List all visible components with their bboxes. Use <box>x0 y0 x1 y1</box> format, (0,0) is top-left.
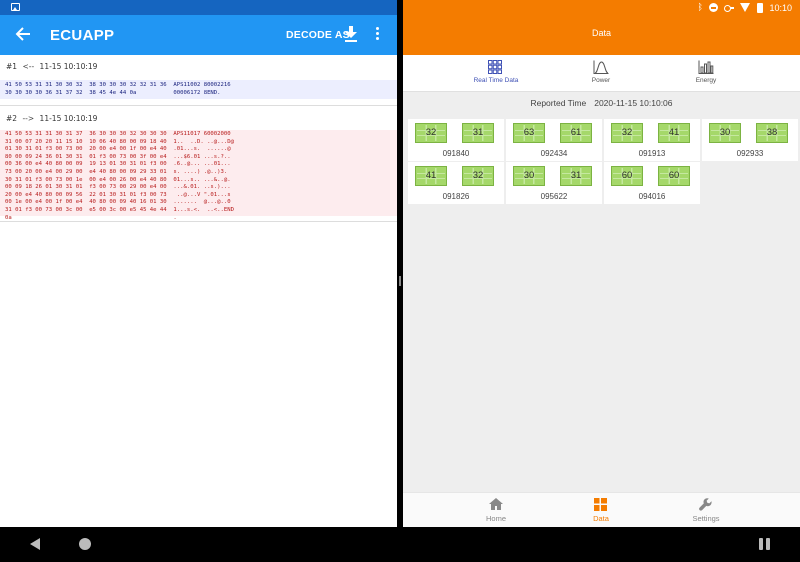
solar-panel: 61 <box>560 123 592 143</box>
solar-panel: 31 <box>462 123 494 143</box>
system-navigation-bar <box>0 527 800 562</box>
message-time: 11-15 10:10:19 <box>39 62 98 71</box>
image-notification-icon <box>11 3 20 11</box>
home-icon <box>489 498 503 510</box>
solar-panel: 41 <box>658 123 690 143</box>
inverter-id: 095622 <box>540 192 568 201</box>
bar-chart-icon <box>698 60 714 74</box>
inverter-card[interactable]: 32 41 091913 <box>604 119 700 161</box>
page-title: Data <box>591 28 611 38</box>
divider <box>0 221 397 222</box>
right-status-bar: ᛒ 10:10 <box>403 0 800 15</box>
data-grid-icon <box>594 498 607 511</box>
data-app-pane: ᛒ 10:10 Data Real Time Data Power Energy… <box>403 0 800 527</box>
inverter-id: 091840 <box>442 149 470 158</box>
message-index: #2 <box>6 114 18 123</box>
tab-label: Energy <box>695 77 717 84</box>
inverter-card[interactable]: 30 38 092933 <box>702 119 798 161</box>
tab-energy[interactable]: Energy <box>640 55 772 91</box>
screen: ECUAPP DECODE AS #1 <-- 11-15 10:10:19 4… <box>0 0 800 562</box>
inverter-card[interactable]: 60 60 094016 <box>604 162 700 204</box>
do-not-disturb-icon <box>709 3 719 12</box>
download-icon[interactable] <box>344 25 360 45</box>
solar-panel: 30 <box>709 123 741 143</box>
inverter-card[interactable]: 30 31 095622 <box>506 162 602 204</box>
ecuapp-toolbar: ECUAPP DECODE AS <box>0 15 397 55</box>
inverter-card[interactable]: 32 31 091840 <box>408 119 504 161</box>
status-time: 10:10 <box>769 2 792 13</box>
inverter-card[interactable]: 63 61 092434 <box>506 119 602 161</box>
solar-panel: 32 <box>611 123 643 143</box>
reported-time-label: Reported Time <box>530 98 587 108</box>
nav-home-icon[interactable] <box>79 538 91 550</box>
message-time: 11-15 10:10:19 <box>39 114 98 123</box>
inverter-id: 091826 <box>442 192 470 201</box>
solar-panel: 30 <box>513 166 545 186</box>
split-screen-icon[interactable] <box>759 538 770 550</box>
bottom-navigation: Home Data Settings <box>403 492 800 527</box>
inverter-id: 092434 <box>540 149 568 158</box>
decode-as-button[interactable]: DECODE AS <box>286 29 350 41</box>
solar-panel: 41 <box>415 166 447 186</box>
wifi-icon <box>740 3 751 12</box>
solar-panel: 63 <box>513 123 545 143</box>
message-index: #1 <box>6 62 18 71</box>
inverter-id: 092933 <box>736 149 764 158</box>
arrow-back-icon[interactable] <box>13 23 33 45</box>
solar-panel: 60 <box>658 166 690 186</box>
solar-panel: 60 <box>611 166 643 186</box>
data-tabs: Real Time Data Power Energy <box>403 55 800 92</box>
left-status-bar <box>0 0 397 15</box>
vpn-key-icon <box>724 4 735 12</box>
ecuapp-pane: ECUAPP DECODE AS #1 <-- 11-15 10:10:19 4… <box>0 0 397 527</box>
solar-panel: 31 <box>560 166 592 186</box>
hex-dump: 41 50 53 31 31 30 31 37 36 30 30 30 32 3… <box>0 130 397 221</box>
more-vert-icon[interactable] <box>372 25 382 45</box>
nav-settings[interactable]: Settings <box>640 493 772 528</box>
solar-panel: 32 <box>462 166 494 186</box>
divider <box>0 105 397 106</box>
battery-icon <box>757 2 764 13</box>
reported-time-value: 2020-11-15 10:10:06 <box>594 98 673 108</box>
bluetooth-icon: ᛒ <box>697 2 703 13</box>
power-curve-icon <box>593 60 609 74</box>
grid-icon <box>488 60 502 74</box>
solar-panel: 32 <box>415 123 447 143</box>
direction-outgoing: --> <box>22 114 35 123</box>
wrench-icon <box>699 498 712 511</box>
solar-panel: 38 <box>756 123 788 143</box>
hex-dump: 41 50 53 31 31 30 30 32 38 30 30 30 32 3… <box>0 80 397 99</box>
data-app-bar: Data <box>403 15 800 55</box>
divider-handle[interactable] <box>399 276 401 286</box>
inverter-card[interactable]: 41 32 091826 <box>408 162 504 204</box>
direction-incoming: <-- <box>22 62 35 71</box>
inverter-id: 094016 <box>638 192 666 201</box>
app-title: ECUAPP <box>50 27 115 44</box>
nav-back-icon[interactable] <box>30 538 40 550</box>
inverter-id: 091913 <box>638 149 666 158</box>
nav-label: Settings <box>692 514 720 523</box>
reported-time: Reported Time 2020-11-15 10:10:06 <box>403 98 800 108</box>
